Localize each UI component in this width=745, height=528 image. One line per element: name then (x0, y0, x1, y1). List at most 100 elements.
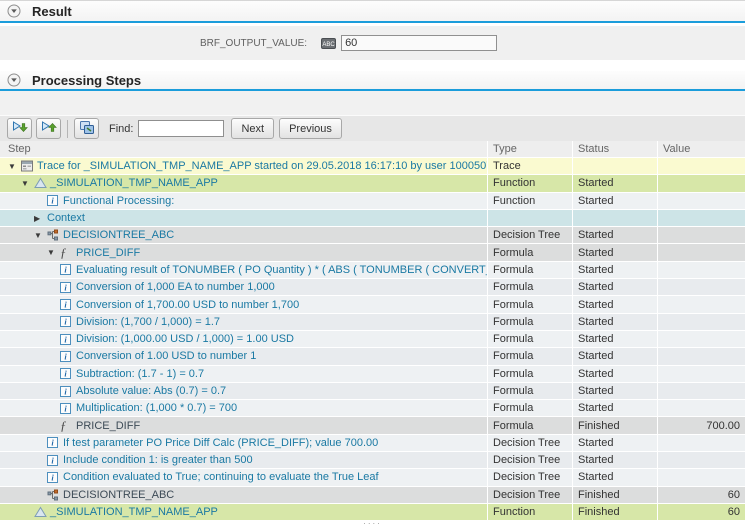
expand-node-icon[interactable]: ▶ (34, 214, 47, 223)
type-cell (487, 210, 572, 226)
step-row[interactable]: ▼DECISIONTREE_ABCDecision TreeStarted (0, 227, 745, 244)
steps-toolbar: Find: Next Previous (0, 115, 745, 141)
type-cell: Formula (487, 262, 572, 278)
step-row[interactable]: iDivision: (1,700 / 1,000) = 1.7FormulaS… (0, 314, 745, 331)
output-value-input[interactable] (341, 35, 497, 51)
type-cell: Formula (487, 331, 572, 347)
next-button[interactable]: Next (231, 118, 274, 139)
find-input[interactable] (138, 120, 224, 137)
column-header-value: Value (657, 141, 745, 157)
value-cell (657, 435, 745, 451)
collapse-node-icon[interactable]: ▼ (8, 162, 21, 171)
info-icon: i (47, 437, 63, 448)
step-row[interactable]: iDivision: (1,000.00 USD / 1,000) = 1.00… (0, 331, 745, 348)
value-cell (657, 175, 745, 191)
step-cell: ▼ƒPRICE_DIFF (0, 244, 487, 260)
step-label: Division: (1,000.00 USD / 1,000) = 1.00 … (76, 333, 294, 345)
info-icon: i (60, 282, 76, 293)
text-type-icon: ABC (321, 38, 336, 49)
step-label: Conversion of 1,000 EA to number 1,000 (76, 281, 275, 293)
step-row[interactable]: iInclude condition 1: is greater than 50… (0, 452, 745, 469)
step-row[interactable]: iConversion of 1.00 USD to number 1 Formu… (0, 348, 745, 365)
step-row[interactable]: iEvaluating result of TONUMBER ( PO Quan… (0, 262, 745, 279)
value-cell (657, 210, 745, 226)
step-label: Condition evaluated to True; continuing … (63, 471, 379, 483)
step-label: PRICE_DIFF (76, 420, 140, 432)
status-cell: Started (572, 331, 657, 347)
function-icon (34, 506, 50, 518)
result-section-title: Result (32, 4, 72, 19)
step-cell: iDivision: (1,700 / 1,000) = 1.7 (0, 314, 487, 330)
step-row[interactable]: iMultiplication: (1,000 * 0.7) = 700Form… (0, 400, 745, 417)
value-cell (657, 348, 745, 364)
step-cell: ▼Trace for _SIMULATION_TMP_NAME_APP star… (0, 158, 487, 174)
collapse-node-icon[interactable]: ▼ (34, 231, 47, 240)
step-label: Context (47, 212, 85, 224)
step-cell: iConversion of 1,700.00 USD to number 1,… (0, 296, 487, 312)
resize-handle[interactable]: ···· (363, 521, 382, 527)
collapse-node-icon[interactable]: ▼ (21, 179, 34, 188)
processing-section-header: Processing Steps (0, 71, 745, 89)
collapse-all-button[interactable] (36, 118, 61, 139)
step-cell: ▶Context (0, 210, 487, 226)
step-label: Subtraction: (1.7 - 1) = 0.7 (76, 368, 204, 380)
step-cell: iSubtraction: (1.7 - 1) = 0.7 (0, 366, 487, 382)
step-row[interactable]: ƒPRICE_DIFFFormulaFinished700.00 (0, 417, 745, 434)
collapse-node-icon[interactable]: ▼ (47, 248, 60, 257)
step-row[interactable]: iCondition evaluated to True; continuing… (0, 469, 745, 486)
step-cell: DECISIONTREE_ABC (0, 487, 487, 503)
output-value-label: BRF_OUTPUT_VALUE: (200, 38, 307, 49)
step-row[interactable]: ▼_SIMULATION_TMP_NAME_APPFunctionStarted (0, 175, 745, 192)
value-cell (657, 279, 745, 295)
step-row[interactable]: iConversion of 1,700.00 USD to number 1,… (0, 296, 745, 313)
status-cell: Started (572, 193, 657, 209)
status-cell: Started (572, 227, 657, 243)
trace-icon (21, 160, 37, 172)
info-icon: i (47, 472, 63, 483)
result-section-header: Result (0, 0, 745, 21)
value-cell (657, 331, 745, 347)
spacer-strip (0, 91, 745, 115)
value-cell (657, 193, 745, 209)
value-cell (657, 366, 745, 382)
info-icon: i (60, 316, 76, 327)
collapse-section-icon[interactable] (7, 73, 21, 87)
step-row[interactable]: DECISIONTREE_ABCDecision TreeFinished60 (0, 487, 745, 504)
step-cell: iMultiplication: (1,000 * 0.7) = 700 (0, 400, 487, 416)
value-cell (657, 383, 745, 399)
expand-all-icon (11, 119, 28, 138)
step-row[interactable]: iConversion of 1,000 EA to number 1,000F… (0, 279, 745, 296)
expand-all-button[interactable] (7, 118, 32, 139)
value-cell (657, 400, 745, 416)
step-label: Conversion of 1.00 USD to number 1 (76, 350, 256, 362)
type-cell: Formula (487, 314, 572, 330)
step-row[interactable]: iAbsolute value: Abs (0.7) = 0.7FormulaS… (0, 383, 745, 400)
step-cell: ▼DECISIONTREE_ABC (0, 227, 487, 243)
step-label: DECISIONTREE_ABC (63, 489, 174, 501)
function-icon (34, 177, 50, 189)
step-cell: iConversion of 1,000 EA to number 1,000 (0, 279, 487, 295)
status-cell: Finished (572, 417, 657, 433)
type-cell: Formula (487, 279, 572, 295)
step-row[interactable]: iSubtraction: (1.7 - 1) = 0.7FormulaStar… (0, 366, 745, 383)
info-icon: i (47, 195, 63, 206)
step-row[interactable]: ▶Context (0, 210, 745, 227)
status-cell: Started (572, 435, 657, 451)
type-cell: Decision Tree (487, 227, 572, 243)
info-icon: i (60, 351, 76, 362)
previous-button[interactable]: Previous (279, 118, 342, 139)
type-cell: Decision Tree (487, 487, 572, 503)
type-cell: Formula (487, 348, 572, 364)
step-row[interactable]: ▼ƒPRICE_DIFFFormulaStarted (0, 244, 745, 261)
step-cell: iFunctional Processing: (0, 193, 487, 209)
status-cell: Finished (572, 504, 657, 520)
step-row[interactable]: ▼Trace for _SIMULATION_TMP_NAME_APP star… (0, 158, 745, 175)
value-cell: 700.00 (657, 417, 745, 433)
step-label: Include condition 1: is greater than 500 (63, 454, 253, 466)
step-row[interactable]: iFunctional Processing:FunctionStarted (0, 193, 745, 210)
type-cell: Function (487, 193, 572, 209)
collapse-section-icon[interactable] (7, 4, 21, 18)
step-row[interactable]: iIf test parameter PO Price Diff Calc (P… (0, 435, 745, 452)
technical-trace-button[interactable] (74, 118, 99, 139)
step-cell: ƒPRICE_DIFF (0, 417, 487, 433)
